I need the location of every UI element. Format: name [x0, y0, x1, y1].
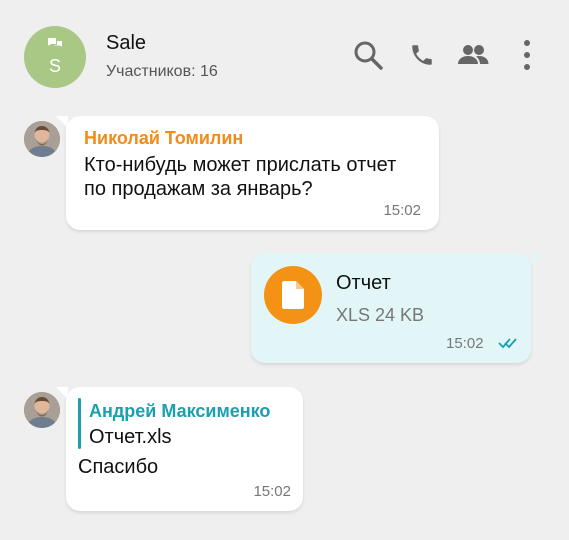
file-button[interactable]	[264, 266, 322, 324]
sender-name[interactable]: Николай Томилин	[84, 128, 243, 149]
members-count: Участников: 16	[106, 63, 218, 80]
bubble-tail	[531, 253, 543, 265]
search-icon[interactable]	[351, 38, 385, 72]
message-text: Спасибо	[78, 456, 159, 478]
message-time: 15:02	[383, 202, 421, 219]
reply-file-name[interactable]: Отчет.xls	[89, 425, 172, 450]
phone-icon[interactable]	[405, 38, 439, 72]
reply-bar	[78, 398, 81, 449]
file-meta: XLS 24 KB	[336, 305, 425, 325]
message-bubble[interactable]: Николай Томилин Кто-нибудь может прислат…	[66, 116, 439, 230]
sender-name[interactable]: Андрей Максименко	[89, 401, 270, 422]
more-vertical-icon[interactable]	[510, 38, 544, 72]
message-text-line-1: Кто-нибудь может прислать отчет	[84, 154, 397, 176]
chat-title[interactable]: Sale	[106, 32, 146, 55]
avatar[interactable]	[24, 392, 60, 428]
file-message-bubble[interactable]: Отчет XLS 24 KB 15:02	[251, 253, 531, 363]
chat-group-icon	[48, 38, 62, 47]
group-avatar[interactable]: S	[24, 26, 86, 88]
message-text-line-2: по продажам за январь?	[84, 178, 313, 200]
message-time: 15:02	[253, 483, 291, 500]
double-check-icon	[498, 338, 517, 349]
group-avatar-letter: S	[48, 56, 61, 76]
person-photo-icon	[24, 121, 60, 157]
file-name[interactable]: Отчет	[336, 271, 391, 296]
message-bubble[interactable]: Андрей Максименко Отчет.xls Спасибо 15:0…	[66, 387, 303, 511]
avatar[interactable]	[24, 121, 60, 157]
person-photo-icon	[24, 392, 60, 428]
chat-header: S Sale Участников: 16	[0, 0, 569, 100]
members-icon[interactable]	[456, 38, 490, 72]
message-time: 15:02	[446, 335, 484, 352]
document-icon	[282, 281, 304, 309]
